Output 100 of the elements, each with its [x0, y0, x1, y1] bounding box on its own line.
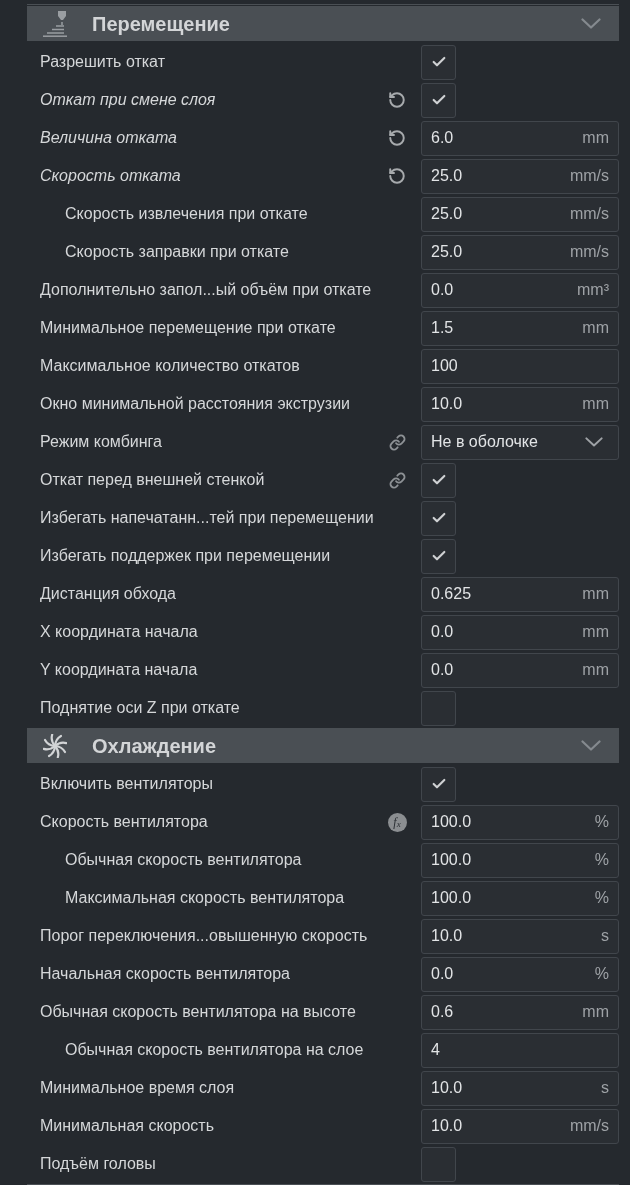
field-value: 100 [431, 356, 458, 376]
reset-icon[interactable] [388, 167, 406, 185]
setting-label: Минимальное перемещение при откате [40, 318, 337, 338]
number-field[interactable]: 10.0 s [421, 918, 619, 954]
setting-label: Обычная скорость вентилятора на слое [65, 1040, 365, 1060]
number-field[interactable]: 0.0 % [421, 956, 619, 992]
unit-label: mm/s [569, 204, 609, 224]
dropdown[interactable]: Не в оболочке [421, 424, 619, 460]
setting-label: Скорость вентилятора [40, 812, 209, 832]
number-field[interactable]: 1.5 mm [421, 310, 619, 346]
unit-label: mm/s [569, 1116, 609, 1136]
field-value: 10.0 [431, 394, 463, 414]
section-title: Перемещение [92, 11, 231, 37]
field-value: 4 [431, 1040, 440, 1060]
reset-icon[interactable] [388, 91, 406, 109]
dropdown-value: Не в оболочке [431, 432, 538, 452]
number-field[interactable]: 0.0 mm [421, 614, 619, 650]
section-title: Охлаждение [92, 733, 217, 759]
unit-label: mm [582, 318, 609, 338]
unit-label: s [601, 1078, 609, 1098]
setting-label: Разрешить откат [40, 52, 166, 72]
field-value: 6.0 [431, 128, 454, 148]
unit-label: mm³ [577, 280, 609, 300]
unit-label: mm [582, 584, 609, 604]
number-field[interactable]: 100.0 % [421, 880, 619, 916]
setting-label: Подъём головы [40, 1154, 157, 1174]
number-field[interactable]: 100.0 % [421, 804, 619, 840]
unit-label: % [594, 812, 609, 832]
number-field[interactable]: 25.0 mm/s [421, 158, 619, 194]
field-value: 100.0 [431, 812, 472, 832]
unit-label: % [594, 888, 609, 908]
setting-label: X координата начала [40, 622, 199, 642]
setting-label: Избегать напечатанн...тей при перемещении [40, 508, 375, 528]
setting-label: Откат перед внешней стенкой [40, 470, 266, 490]
nozzle-layers-icon [42, 10, 68, 37]
unit-label: mm [582, 1002, 609, 1022]
number-field[interactable]: 0.625 mm [421, 576, 619, 612]
number-field[interactable]: 100.0 % [421, 842, 619, 878]
checkbox[interactable] [421, 44, 456, 80]
number-field[interactable]: 10.0 s [421, 1070, 619, 1106]
setting-label: Начальная скорость вентилятора [40, 964, 291, 984]
field-value: 25.0 [431, 166, 463, 186]
setting-label: Поднятие оси Z при откате [40, 698, 241, 718]
checkbox[interactable] [421, 1146, 456, 1182]
unit-label: % [594, 850, 609, 870]
number-field[interactable]: 0.0 mm³ [421, 272, 619, 308]
field-value: 0.0 [431, 660, 454, 680]
number-field[interactable]: 6.0 mm [421, 120, 619, 156]
setting-label: Откат при смене слоя [40, 90, 217, 110]
setting-label: Минимальное время слоя [40, 1078, 236, 1098]
setting-label: Избегать поддержек при перемещении [40, 546, 332, 566]
field-value: 10.0 [431, 1078, 463, 1098]
setting-label: Порог переключения...овышенную скорость [40, 926, 369, 946]
checkbox[interactable] [421, 500, 456, 536]
setting-label: Дистанция обхода [40, 584, 177, 604]
field-value: 0.6 [431, 1002, 454, 1022]
field-value: 10.0 [431, 1116, 463, 1136]
setting-label: Y координата начала [40, 660, 199, 680]
field-value: 25.0 [431, 204, 463, 224]
setting-label: Включить вентиляторы [40, 774, 214, 794]
field-value: 10.0 [431, 926, 463, 946]
section-header[interactable]: Охлаждение [27, 728, 619, 763]
section-header[interactable]: Перемещение [27, 6, 619, 41]
reset-icon[interactable] [388, 129, 406, 147]
setting-label: Максимальная скорость вентилятора [65, 888, 346, 908]
unit-label: mm/s [569, 166, 609, 186]
setting-label: Дополнительно запол...ый объём при откате [40, 280, 373, 300]
number-field[interactable]: 100 [421, 348, 619, 384]
number-field[interactable]: 10.0 mm [421, 386, 619, 422]
number-field[interactable]: 25.0 mm/s [421, 234, 619, 270]
number-field[interactable]: 10.0 mm/s [421, 1108, 619, 1144]
setting-label: Максимальное количество откатов [40, 356, 301, 376]
checkbox[interactable] [421, 690, 456, 726]
checkbox[interactable] [421, 82, 456, 118]
setting-label: Скорость отката [40, 166, 182, 186]
setting-label: Скорость извлечения при откате [65, 204, 309, 224]
field-value: 0.0 [431, 964, 454, 984]
setting-label: Окно минимальной расстояния экструзии [40, 394, 351, 414]
unit-label: mm [582, 394, 609, 414]
formula-indicator: f$_{x}$ [387, 812, 407, 832]
field-value: 0.0 [431, 280, 454, 300]
unit-label: mm [582, 660, 609, 680]
field-value: 25.0 [431, 242, 463, 262]
setting-label: Обычная скорость вентилятора [65, 850, 303, 870]
unit-label: mm/s [569, 242, 609, 262]
setting-label: Обычная скорость вентилятора на высоте [40, 1002, 357, 1022]
number-field[interactable]: 0.0 mm [421, 652, 619, 688]
checkbox[interactable] [421, 462, 456, 498]
checkbox[interactable] [421, 538, 456, 574]
field-value: 1.5 [431, 318, 454, 338]
setting-label: Величина отката [40, 128, 178, 148]
field-value: 100.0 [431, 850, 472, 870]
field-value: 0.0 [431, 622, 454, 642]
number-field[interactable]: 0.6 mm [421, 994, 619, 1030]
number-field[interactable]: 25.0 mm/s [421, 196, 619, 232]
setting-label: Режим комбинга [40, 432, 163, 452]
field-value: 100.0 [431, 888, 472, 908]
unit-label: % [594, 964, 609, 984]
number-field[interactable]: 4 [421, 1032, 619, 1068]
checkbox[interactable] [421, 766, 456, 802]
